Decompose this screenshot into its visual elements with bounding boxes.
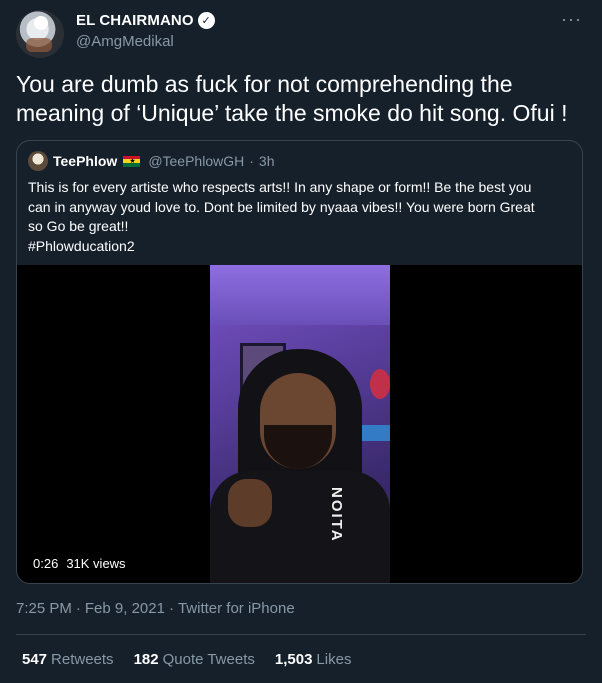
quoted-tweet-header: TeePhlow ★ @TeePhlowGH · 3h [28,151,274,171]
likes-label: Likes [316,651,352,668]
tweet-timestamp: 7:25 PM · Feb 9, 2021 · Twitter for iPho… [16,600,295,617]
verified-badge-icon: ✓ [197,12,215,29]
quote-tweets-label: Quote Tweets [162,651,255,668]
video-duration: 0:26 [33,556,59,571]
quoted-tweet[interactable]: TeePhlow ★ @TeePhlowGH · 3h This is for … [16,140,583,584]
quoted-author-name[interactable]: TeePhlow [53,153,117,169]
timestamp-date[interactable]: Feb 9, 2021 [85,600,165,617]
author-handle[interactable]: @AmgMedikal [76,33,174,50]
shirt-text: NOITA [328,487,345,543]
quoted-text-line: so Go be great!! [28,218,129,234]
likes-stat[interactable]: 1,503 Likes [275,651,352,668]
video-player[interactable]: NOITA 0:26 31K views [17,265,582,583]
quoted-separator: · [249,153,254,169]
video-info: 0:26 31K views [33,556,126,571]
video-views: 31K views [66,556,126,571]
timestamp-separator: · [75,600,81,617]
quoted-tweet-text: This is for every artiste who respects a… [28,178,573,256]
more-options-icon[interactable]: ··· [561,10,582,28]
engagement-stats: 547 Retweets 182 Quote Tweets 1,503 Like… [22,651,351,668]
quoted-text-line: can in anyway youd love to. Dont be limi… [28,198,535,215]
timestamp-time[interactable]: 7:25 PM [16,600,72,617]
quoted-author-avatar[interactable] [28,151,48,171]
retweets-stat[interactable]: 547 Retweets [22,651,114,668]
quoted-time[interactable]: 3h [259,153,275,169]
divider [16,634,586,635]
hashtag-link[interactable]: #Phlowducation2 [28,237,573,257]
author-name-row[interactable]: EL CHAIRMANO ✓ [76,12,215,29]
likes-count: 1,503 [274,651,313,668]
tweet-source[interactable]: Twitter for iPhone [178,600,295,617]
tweet: EL CHAIRMANO ✓ @AmgMedikal ··· You are d… [0,0,602,683]
retweets-label: Retweets [51,651,114,668]
video-thumbnail: NOITA [210,265,390,583]
ghana-flag-icon: ★ [123,155,141,167]
tweet-text: You are dumb as fuck for not comprehendi… [16,71,568,126]
quote-tweets-stat[interactable]: 182 Quote Tweets [134,651,255,668]
author-avatar[interactable] [16,10,64,58]
author-display-name[interactable]: EL CHAIRMANO [76,12,194,29]
timestamp-separator: · [168,600,174,617]
quoted-author-handle[interactable]: @TeePhlowGH [148,153,244,169]
quoted-text-line: This is for every artiste who respects a… [28,179,532,195]
quote-tweets-count: 182 [133,651,159,668]
retweets-count: 547 [22,651,48,668]
